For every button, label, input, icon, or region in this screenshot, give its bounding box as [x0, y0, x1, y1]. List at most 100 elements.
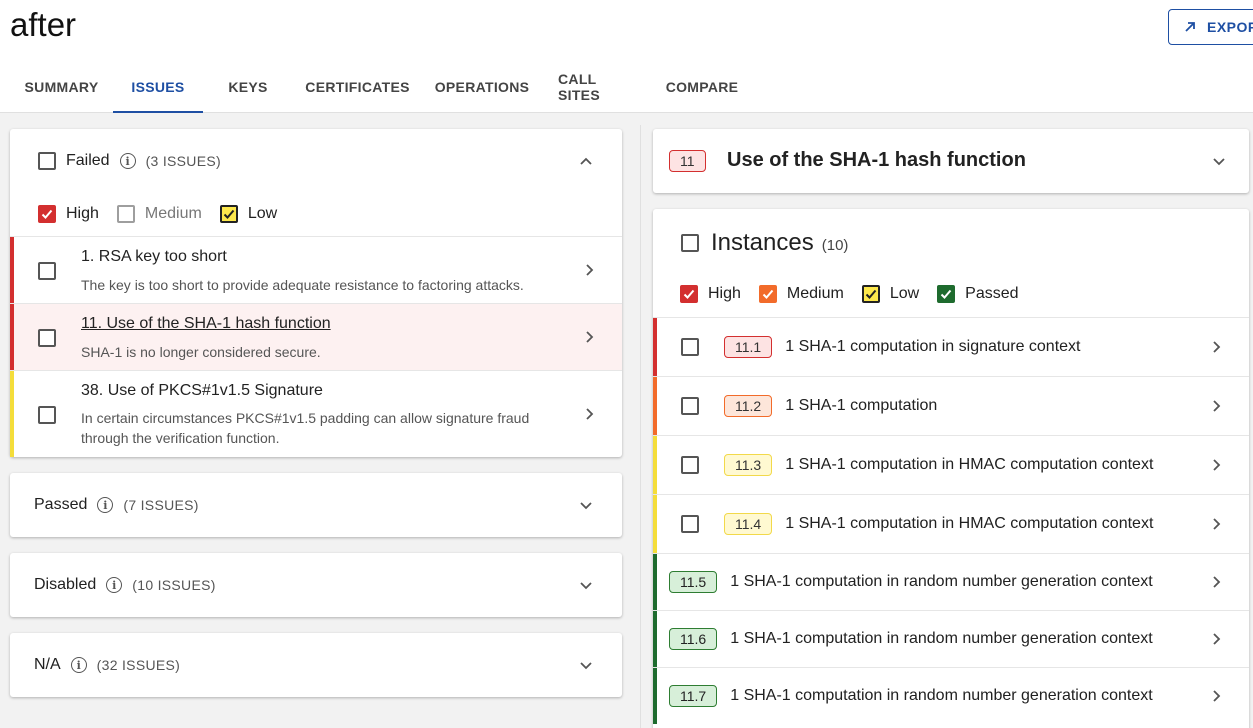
- severity-bar-passed: [653, 611, 657, 667]
- filter-low[interactable]: Low: [219, 205, 278, 223]
- instance-badge: 11.1: [724, 336, 773, 358]
- na-group[interactable]: N/A i (32 ISSUES): [10, 633, 622, 697]
- filter-low-checkbox[interactable]: [861, 285, 880, 303]
- passed-group-header[interactable]: Passed i (7 ISSUES): [10, 473, 622, 537]
- severity-bar-medium: [653, 377, 657, 435]
- issue-desc: The key is too short to provide adequate…: [81, 277, 524, 293]
- tab-compare[interactable]: COMPARE: [652, 62, 752, 112]
- issue-checkbox[interactable]: [38, 262, 56, 280]
- filter-low-label: Low: [889, 285, 920, 302]
- instance-text: 1 SHA-1 computation in random number gen…: [730, 687, 1153, 704]
- severity-bar-low: [10, 371, 14, 457]
- instance-checkbox[interactable]: [681, 456, 699, 474]
- issue-badge: 11: [669, 150, 706, 172]
- tab-summary[interactable]: SUMMARY: [10, 62, 113, 112]
- check-icon: [940, 289, 952, 299]
- top-header: after EXPOR SUMMARY ISSUES KEYS CERTIFIC…: [0, 0, 1253, 113]
- instance-checkbox[interactable]: [681, 397, 699, 415]
- chevron-right-icon: [1213, 633, 1221, 645]
- filter-passed-label: Passed: [965, 285, 1019, 302]
- chevron-down-icon[interactable]: [578, 497, 594, 513]
- panel-divider[interactable]: [640, 125, 641, 728]
- instance-row[interactable]: 11.5 1 SHA-1 computation in random numbe…: [653, 553, 1249, 610]
- export-button[interactable]: EXPOR: [1168, 9, 1253, 45]
- instances-select-checkbox[interactable]: [681, 234, 699, 252]
- chevron-right-icon: [1213, 690, 1221, 702]
- instance-checkbox[interactable]: [681, 515, 699, 533]
- check-icon: [865, 289, 877, 299]
- disabled-label: Disabled: [34, 576, 97, 593]
- severity-bar-high: [653, 318, 657, 376]
- issue-desc: In certain circumstances PKCS#1v1.5 padd…: [81, 410, 530, 446]
- filter-high-checkbox[interactable]: [680, 285, 698, 303]
- passed-label: Passed: [34, 496, 88, 513]
- tab-certificates[interactable]: CERTIFICATES: [293, 62, 422, 112]
- filter-low-checkbox[interactable]: [219, 205, 238, 223]
- tab-operations[interactable]: OPERATIONS: [422, 62, 542, 112]
- filter-low-label: Low: [247, 205, 278, 222]
- instances-header: Instances (10): [681, 229, 848, 257]
- instance-text: 1 SHA-1 computation in HMAC computation …: [785, 456, 1154, 473]
- instance-text: 1 SHA-1 computation in signature context: [785, 338, 1081, 355]
- chevron-down-icon[interactable]: [578, 577, 594, 593]
- issue-detail-header[interactable]: 11 Use of the SHA-1 hash function: [653, 129, 1249, 193]
- tab-call-sites[interactable]: CALL SITES: [542, 62, 652, 112]
- filter-high-checkbox[interactable]: [38, 205, 56, 223]
- issue-title: 38. Use of PKCS#1v1.5 Signature: [81, 382, 323, 399]
- instances-label: Instances: [711, 229, 814, 256]
- disabled-group-header[interactable]: Disabled i (10 ISSUES): [10, 553, 622, 617]
- chevron-down-icon[interactable]: [1211, 153, 1227, 169]
- filter-medium[interactable]: Medium: [116, 205, 202, 223]
- filter-low[interactable]: Low: [861, 285, 920, 303]
- info-icon[interactable]: i: [97, 497, 114, 513]
- info-icon[interactable]: i: [70, 657, 87, 673]
- na-group-header[interactable]: N/A i (32 ISSUES): [10, 633, 622, 697]
- instance-row[interactable]: 11.2 1 SHA-1 computation: [653, 376, 1249, 435]
- failed-count: (3 ISSUES): [145, 153, 221, 169]
- filter-medium-checkbox[interactable]: [758, 285, 777, 303]
- filter-medium-label: Medium: [144, 205, 202, 222]
- failed-group: Failed i (3 ISSUES) High Medium Low 1. R…: [10, 129, 622, 457]
- instance-row[interactable]: 11.3 1 SHA-1 computation in HMAC computa…: [653, 435, 1249, 494]
- instance-row[interactable]: 11.1 1 SHA-1 computation in signature co…: [653, 317, 1249, 376]
- instance-severity-filters: High Medium Low Passed: [680, 285, 1037, 303]
- filter-medium[interactable]: Medium: [758, 285, 844, 303]
- tab-keys[interactable]: KEYS: [203, 62, 293, 112]
- instance-row[interactable]: 11.6 1 SHA-1 computation in random numbe…: [653, 610, 1249, 667]
- chevron-up-icon[interactable]: [578, 153, 594, 169]
- disabled-group[interactable]: Disabled i (10 ISSUES): [10, 553, 622, 617]
- failed-group-header[interactable]: Failed i (3 ISSUES): [10, 129, 622, 193]
- info-icon[interactable]: i: [106, 577, 123, 593]
- instance-badge: 11.3: [724, 454, 773, 476]
- filter-passed-checkbox[interactable]: [937, 285, 956, 303]
- filter-medium-checkbox[interactable]: [116, 205, 135, 223]
- info-icon[interactable]: i: [119, 153, 136, 169]
- tab-issues[interactable]: ISSUES: [113, 62, 203, 113]
- issue-title: 1. RSA key too short: [81, 248, 227, 265]
- instances-card: Instances (10) High Medium Low Passed 11…: [653, 209, 1249, 728]
- export-label: EXPOR: [1207, 19, 1253, 35]
- issue-row-selected[interactable]: 11. Use of the SHA-1 hash function SHA-1…: [10, 303, 622, 370]
- filter-passed[interactable]: Passed: [937, 285, 1019, 303]
- instance-row[interactable]: 11.4 1 SHA-1 computation in HMAC computa…: [653, 494, 1249, 553]
- filter-high[interactable]: High: [38, 205, 99, 223]
- instance-text: 1 SHA-1 computation: [785, 397, 938, 414]
- issue-row[interactable]: 1. RSA key too short The key is too shor…: [10, 236, 622, 303]
- filter-high[interactable]: High: [680, 285, 741, 303]
- chevron-right-icon: [1213, 518, 1221, 530]
- severity-bar-low: [653, 495, 657, 553]
- passed-group[interactable]: Passed i (7 ISSUES): [10, 473, 622, 537]
- check-icon: [762, 289, 774, 299]
- instance-checkbox[interactable]: [681, 338, 699, 356]
- failed-select-checkbox[interactable]: [38, 152, 56, 170]
- chevron-down-icon[interactable]: [578, 657, 594, 673]
- chevron-right-icon: [586, 264, 594, 276]
- chevron-right-icon: [586, 408, 594, 420]
- filter-medium-label: Medium: [786, 285, 844, 302]
- issue-checkbox[interactable]: [38, 406, 56, 424]
- content-area: Failed i (3 ISSUES) High Medium Low 1. R…: [0, 113, 1253, 728]
- severity-bar-low: [653, 436, 657, 494]
- instance-row[interactable]: 11.7 1 SHA-1 computation in random numbe…: [653, 667, 1249, 724]
- issue-checkbox[interactable]: [38, 329, 56, 347]
- issue-row[interactable]: 38. Use of PKCS#1v1.5 Signature In certa…: [10, 370, 622, 457]
